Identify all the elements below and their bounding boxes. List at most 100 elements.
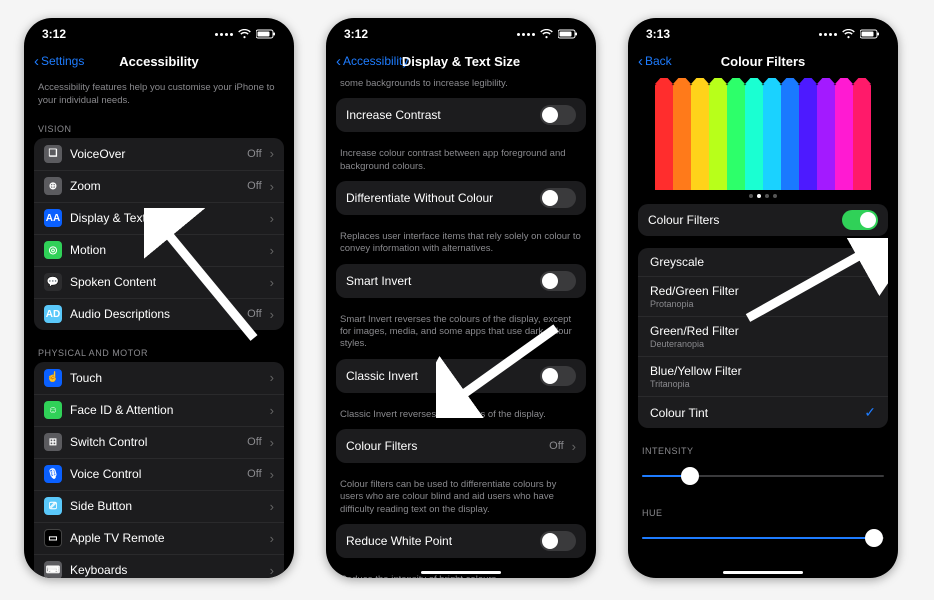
- intensity-slider[interactable]: [642, 464, 884, 488]
- row-icon: ▭: [44, 529, 62, 547]
- toggle-switch[interactable]: [540, 531, 576, 551]
- vision-row-5[interactable]: ADAudio DescriptionsOff›: [34, 298, 284, 330]
- intro-text: Accessibility features help you customis…: [24, 78, 294, 118]
- pencil-icon: [835, 84, 853, 190]
- setting-note: Smart Invert reverses the colours of the…: [326, 310, 596, 359]
- setting-row-differentiate-without-colour[interactable]: Differentiate Without Colour: [336, 181, 586, 215]
- row-label: Audio Descriptions: [70, 307, 239, 321]
- row-label: Face ID & Attention: [70, 403, 262, 417]
- row-label: Spoken Content: [70, 275, 262, 289]
- toggle-switch[interactable]: [540, 271, 576, 291]
- status-icons: [819, 29, 880, 39]
- group-motor: ☝Touch›☺Face ID & Attention› ⊞ Switch Cont…: [34, 362, 284, 578]
- setting-note: Colour filters can be used to differenti…: [326, 475, 596, 524]
- battery-icon: [256, 29, 276, 39]
- filter-subtitle: Protanopia: [650, 299, 876, 309]
- row-value: Off: [247, 180, 261, 192]
- row-label: Switch Control: [70, 435, 239, 449]
- vision-row-2[interactable]: AADisplay & Text Size›: [34, 202, 284, 234]
- pencil-preview[interactable]: [628, 78, 898, 190]
- vision-row-1[interactable]: ⊕ZoomOff›: [34, 170, 284, 202]
- row-label: Motion: [70, 243, 262, 257]
- pencil-icon: [673, 84, 691, 190]
- signal-icon: [215, 33, 233, 36]
- setting-row-smart-invert[interactable]: Smart Invert: [336, 264, 586, 298]
- phone-display-text-size: 3:12 ‹ Accessibility Display & Text Size…: [326, 18, 596, 578]
- vision-row-0[interactable]: ❏VoiceOverOff›: [34, 138, 284, 170]
- hue-slider[interactable]: [642, 526, 884, 550]
- page-title: Accessibility: [24, 54, 294, 69]
- nav-bar: ‹ Accessibility Display & Text Size: [326, 46, 596, 78]
- chevron-right-icon: ›: [270, 307, 274, 322]
- phone-accessibility: 3:12 ‹ Settings Accessibility Accessibil…: [24, 18, 294, 578]
- filter-option-red-green-filter[interactable]: Red/Green FilterProtanopia: [638, 276, 888, 316]
- toggle-switch[interactable]: [540, 366, 576, 386]
- nav-bar: ‹ Back Colour Filters: [628, 46, 898, 78]
- clock: 3:13: [646, 27, 670, 41]
- status-bar: 3:13: [628, 18, 898, 46]
- row-label: Classic Invert: [346, 369, 532, 383]
- colour-filters-switch[interactable]: [842, 210, 878, 230]
- motor-row-1[interactable]: ☺Face ID & Attention›: [34, 394, 284, 426]
- page-indicator[interactable]: [628, 190, 898, 204]
- motor-row-4[interactable]: ⎚ Side Button ›: [34, 490, 284, 522]
- page-title: Display & Text Size: [326, 54, 596, 69]
- chevron-right-icon: ›: [270, 499, 274, 514]
- filter-name: Blue/Yellow Filter: [650, 364, 876, 378]
- row-value: Off: [549, 440, 563, 452]
- row-label: Zoom: [70, 179, 239, 193]
- setting-group-1: Differentiate Without Colour: [336, 181, 586, 215]
- row-colour-filters-toggle[interactable]: Colour Filters: [638, 204, 888, 236]
- content: Accessibility features help you customis…: [24, 78, 294, 578]
- home-indicator[interactable]: [421, 571, 501, 574]
- row-icon: ⎚: [44, 497, 62, 515]
- battery-icon: [558, 29, 578, 39]
- filter-option-blue-yellow-filter[interactable]: Blue/Yellow FilterTritanopia: [638, 356, 888, 396]
- motor-row-5[interactable]: ▭Apple TV Remote›: [34, 522, 284, 554]
- filter-option-green-red-filter[interactable]: Green/Red FilterDeuteranopia: [638, 316, 888, 356]
- clock: 3:12: [344, 27, 368, 41]
- row-icon: 💬: [44, 273, 62, 291]
- clock: 3:12: [42, 27, 66, 41]
- intensity-header: INTENSITY: [628, 440, 898, 460]
- chevron-right-icon: ›: [572, 439, 576, 454]
- toggle-switch[interactable]: [540, 188, 576, 208]
- row-label: VoiceOver: [70, 147, 239, 161]
- row-value: Off: [247, 308, 261, 320]
- motor-row-3[interactable]: 🎙Voice ControlOff›: [34, 458, 284, 490]
- row-label: Reduce White Point: [346, 534, 532, 548]
- wifi-icon: [842, 29, 855, 39]
- motor-row-2[interactable]: ⊞Switch ControlOff›: [34, 426, 284, 458]
- filter-subtitle: Deuteranopia: [650, 339, 876, 349]
- content: some backgrounds to increase legibility.…: [326, 78, 596, 578]
- row-icon: 🎙: [44, 465, 62, 483]
- setting-note: Increase colour contrast between app for…: [326, 144, 596, 181]
- row-icon: ⊞: [44, 433, 62, 451]
- vision-row-3[interactable]: ◎Motion›: [34, 234, 284, 266]
- toggle-switch[interactable]: [540, 105, 576, 125]
- home-indicator[interactable]: [723, 571, 803, 574]
- motor-row-6[interactable]: ⌨Keyboards›: [34, 554, 284, 578]
- hue-header: HUE: [628, 502, 898, 522]
- pencil-icon: [817, 84, 835, 190]
- row-label: Display & Text Size: [70, 211, 262, 225]
- pencil-icon: [709, 84, 727, 190]
- filter-option-colour-tint[interactable]: Colour Tint✓: [638, 396, 888, 428]
- row-label: Increase Contrast: [346, 108, 532, 122]
- setting-row-reduce-white-point[interactable]: Reduce White Point: [336, 524, 586, 558]
- wifi-icon: [540, 29, 553, 39]
- row-label: Side Button: [70, 499, 262, 513]
- filter-option-greyscale[interactable]: Greyscale: [638, 248, 888, 276]
- pencil-icon: [727, 84, 745, 190]
- setting-row-increase-contrast[interactable]: Increase Contrast: [336, 98, 586, 132]
- setting-row-classic-invert[interactable]: Classic Invert: [336, 359, 586, 393]
- motor-row-0[interactable]: ☝Touch›: [34, 362, 284, 394]
- pencil-icon: [691, 84, 709, 190]
- group-filter-options: GreyscaleRed/Green FilterProtanopiaGreen…: [638, 248, 888, 428]
- signal-icon: [819, 33, 837, 36]
- vision-row-4[interactable]: 💬Spoken Content›: [34, 266, 284, 298]
- row-icon: ⊕: [44, 177, 62, 195]
- chevron-right-icon: ›: [270, 435, 274, 450]
- setting-row-colour-filters[interactable]: Colour FiltersOff›: [336, 429, 586, 463]
- filter-name: Colour Tint: [650, 406, 708, 420]
